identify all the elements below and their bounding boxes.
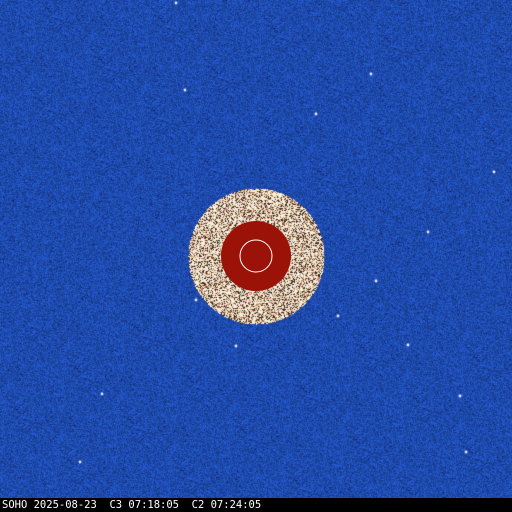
occulter-disk — [221, 221, 291, 291]
coronagraph-image: SOHO 2025-08-23 C3 07:18:05 C2 07:24:05 — [0, 0, 512, 512]
occulter-overlay — [221, 221, 291, 291]
image-caption: SOHO 2025-08-23 C3 07:18:05 C2 07:24:05 — [2, 499, 262, 511]
